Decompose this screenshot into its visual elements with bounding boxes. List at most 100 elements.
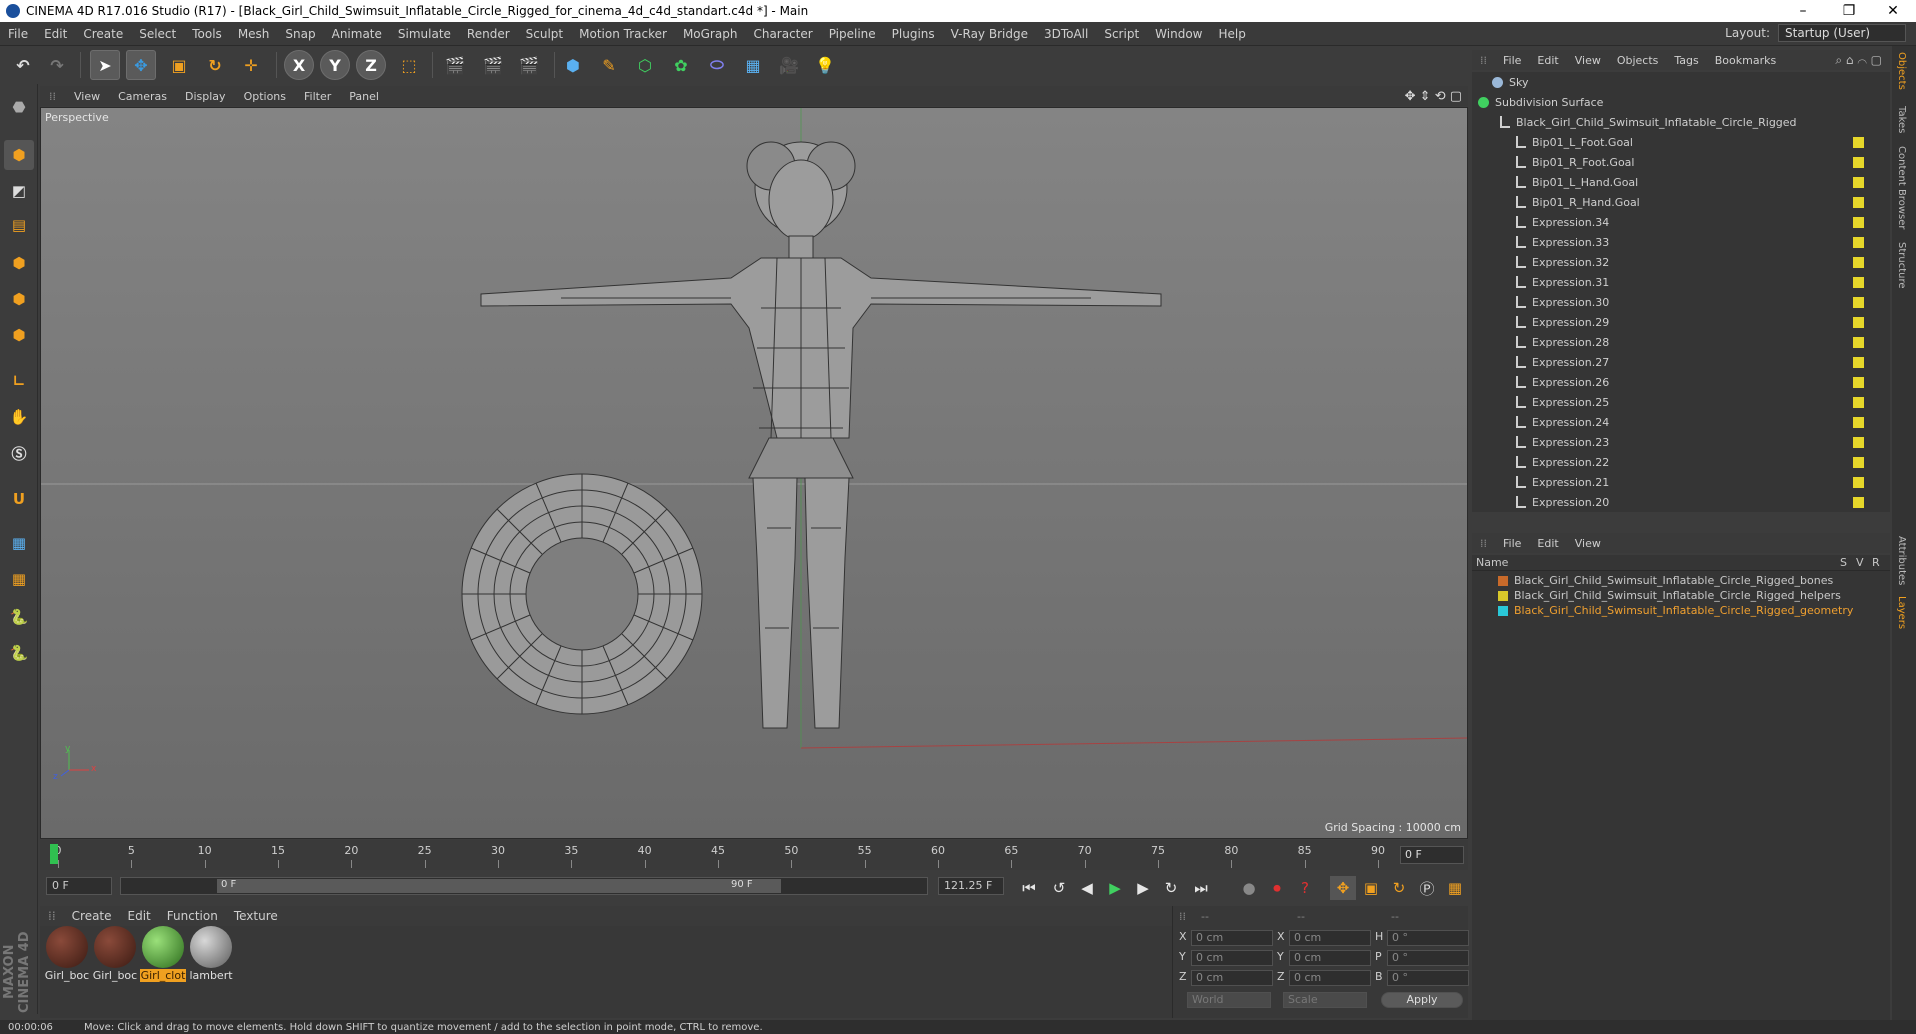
layer-color-tag-icon[interactable]	[1853, 156, 1864, 168]
axis-mode-icon[interactable]: ∟	[4, 366, 34, 396]
next-key-icon[interactable]: ↻	[1158, 876, 1184, 900]
viewport-menu-options[interactable]: Options	[235, 90, 295, 103]
coord-size-x-field[interactable]: 0 cm	[1289, 930, 1371, 946]
object-row[interactable]: Expression.24	[1472, 412, 1890, 432]
menu-file[interactable]: File	[0, 27, 36, 41]
solo-mode-icon[interactable]: Ⓢ	[4, 438, 34, 468]
object-row[interactable]: Expression.29	[1472, 312, 1890, 332]
objects-menu-bookmarks[interactable]: Bookmarks	[1707, 54, 1784, 67]
object-row[interactable]: Subdivision Surface	[1472, 92, 1890, 112]
scale-tool-icon[interactable]: ▣	[164, 50, 194, 80]
render-picture-viewer-icon[interactable]: 🎬	[478, 50, 508, 80]
layer-color-tag-icon[interactable]	[1853, 356, 1864, 368]
auto-keying-icon[interactable]: ⏺	[1264, 876, 1290, 900]
menu-motion-tracker[interactable]: Motion Tracker	[571, 27, 675, 41]
z-axis-lock-button[interactable]: Z	[356, 50, 386, 80]
viewport-menu-cameras[interactable]: Cameras	[109, 90, 176, 103]
object-row[interactable]: Expression.23	[1472, 432, 1890, 452]
layer-color-tag-icon[interactable]	[1853, 196, 1864, 208]
render-view-icon[interactable]: 🎬	[440, 50, 470, 80]
material-menu-texture[interactable]: Texture	[226, 909, 286, 923]
next-frame-icon[interactable]: ▶	[1130, 876, 1156, 900]
menu-help[interactable]: Help	[1210, 27, 1253, 41]
menu-simulate[interactable]: Simulate	[390, 27, 459, 41]
layer-row-bones[interactable]: Black_Girl_Child_Swimsuit_Inflatable_Cir…	[1472, 573, 1890, 588]
apply-button[interactable]: Apply	[1381, 992, 1463, 1008]
layer-color-tag-icon[interactable]	[1853, 236, 1864, 248]
object-row[interactable]: Expression.33	[1472, 232, 1890, 252]
layer-color-tag-icon[interactable]	[1853, 456, 1864, 468]
layer-color-tag-icon[interactable]	[1853, 316, 1864, 328]
goto-end-icon[interactable]: ⏭	[1188, 876, 1214, 900]
workplane-mode-icon[interactable]: ▤	[4, 210, 34, 240]
key-pla-icon[interactable]: ▦	[1442, 876, 1468, 900]
object-row[interactable]: Expression.20	[1472, 492, 1890, 512]
start-frame-field[interactable]: 0 F	[46, 877, 112, 895]
array-generator-icon[interactable]: ✿	[666, 50, 696, 80]
object-row[interactable]: Sky	[1472, 72, 1890, 92]
menu-window[interactable]: Window	[1147, 27, 1210, 41]
floor-environment-icon[interactable]: ▦	[738, 50, 768, 80]
coordinate-system-icon[interactable]: ⬚	[394, 50, 424, 80]
polygons-mode-icon[interactable]: ⬢	[4, 320, 34, 350]
tab-attributes[interactable]: Attributes	[1896, 536, 1907, 585]
objects-menu-view[interactable]: View	[1567, 54, 1609, 67]
layer-color-tag-icon[interactable]	[1853, 476, 1864, 488]
object-row[interactable]: Expression.30	[1472, 292, 1890, 312]
objects-menu-tags[interactable]: Tags	[1666, 54, 1706, 67]
layer-color-tag-icon[interactable]	[1853, 216, 1864, 228]
layer-row-geometry[interactable]: Black_Girl_Child_Swimsuit_Inflatable_Cir…	[1472, 603, 1890, 618]
object-row[interactable]: Expression.32	[1472, 252, 1890, 272]
x-axis-lock-button[interactable]: X	[284, 50, 314, 80]
object-row[interactable]: Expression.34	[1472, 212, 1890, 232]
layers-menu-edit[interactable]: Edit	[1529, 537, 1566, 550]
timeline-ruler[interactable]: 0 5 10 15 20 25 30 35 40 45 50 55 60 65 70 75 80 85 90 0 F	[40, 840, 1468, 870]
menu-script[interactable]: Script	[1096, 27, 1147, 41]
tab-takes[interactable]: Takes	[1896, 106, 1907, 133]
pen-spline-icon[interactable]: ✎	[594, 50, 624, 80]
record-keys-icon[interactable]: ●	[1236, 876, 1262, 900]
layer-color-tag-icon[interactable]	[1853, 296, 1864, 308]
object-row[interactable]: Expression.21	[1472, 472, 1890, 492]
tweak-mode-icon[interactable]: ✋	[4, 402, 34, 432]
object-row[interactable]: Black_Girl_Child_Swimsuit_Inflatable_Cir…	[1472, 112, 1890, 132]
layers-menu-file[interactable]: File	[1495, 537, 1529, 550]
key-parameter-icon[interactable]: Ⓟ	[1414, 876, 1440, 900]
layer-color-swatch[interactable]	[1498, 605, 1508, 616]
coord-pos-z-field[interactable]: 0 cm	[1191, 970, 1273, 986]
undo-icon[interactable]: ↶	[8, 50, 38, 80]
coord-system-dropdown[interactable]: World	[1187, 992, 1271, 1008]
planar-workplane-icon[interactable]: ▦	[4, 564, 34, 594]
menu-snap[interactable]: Snap	[277, 27, 323, 41]
light-icon[interactable]: 💡	[810, 50, 840, 80]
coord-pos-x-field[interactable]: 0 cm	[1191, 930, 1273, 946]
object-row[interactable]: Bip01_L_Hand.Goal	[1472, 172, 1890, 192]
layer-color-tag-icon[interactable]	[1853, 136, 1864, 148]
coord-size-z-field[interactable]: 0 cm	[1289, 970, 1371, 986]
texture-mode-icon[interactable]: ◩	[4, 176, 34, 206]
points-mode-icon[interactable]: ⬢	[4, 248, 34, 278]
object-row[interactable]: Expression.25	[1472, 392, 1890, 412]
layer-color-swatch[interactable]	[1498, 590, 1508, 601]
menu-select[interactable]: Select	[131, 27, 184, 41]
layers-menu-view[interactable]: View	[1567, 537, 1609, 550]
rotate-tool-icon[interactable]: ↻	[200, 50, 230, 80]
preview-range-slider[interactable]: 0 F 90 F	[120, 877, 928, 895]
object-row[interactable]: Expression.26	[1472, 372, 1890, 392]
play-icon[interactable]: ▶	[1102, 876, 1128, 900]
objects-menu-objects[interactable]: Objects	[1609, 54, 1667, 67]
y-axis-lock-button[interactable]: Y	[320, 50, 350, 80]
objects-menu-edit[interactable]: Edit	[1529, 54, 1566, 67]
menu-3dtoall[interactable]: 3DToAll	[1036, 27, 1096, 41]
material-item[interactable]: lambert	[188, 926, 234, 982]
viewport-nav-icons[interactable]: ✥ ⇕ ⟲ ▢	[1405, 89, 1462, 104]
perspective-viewport[interactable]: Perspective y x z Grid Spacing: 10000 c…	[40, 107, 1468, 839]
tab-content-browser[interactable]: Content Browser	[1896, 146, 1907, 229]
layer-color-tag-icon[interactable]	[1853, 176, 1864, 188]
menu-tools[interactable]: Tools	[184, 27, 230, 41]
material-item[interactable]: Girl_boc	[92, 926, 138, 982]
layer-color-tag-icon[interactable]	[1853, 256, 1864, 268]
viewport-menu-panel[interactable]: Panel	[340, 90, 388, 103]
menu-animate[interactable]: Animate	[324, 27, 390, 41]
key-position-icon[interactable]: ✥	[1330, 876, 1356, 900]
